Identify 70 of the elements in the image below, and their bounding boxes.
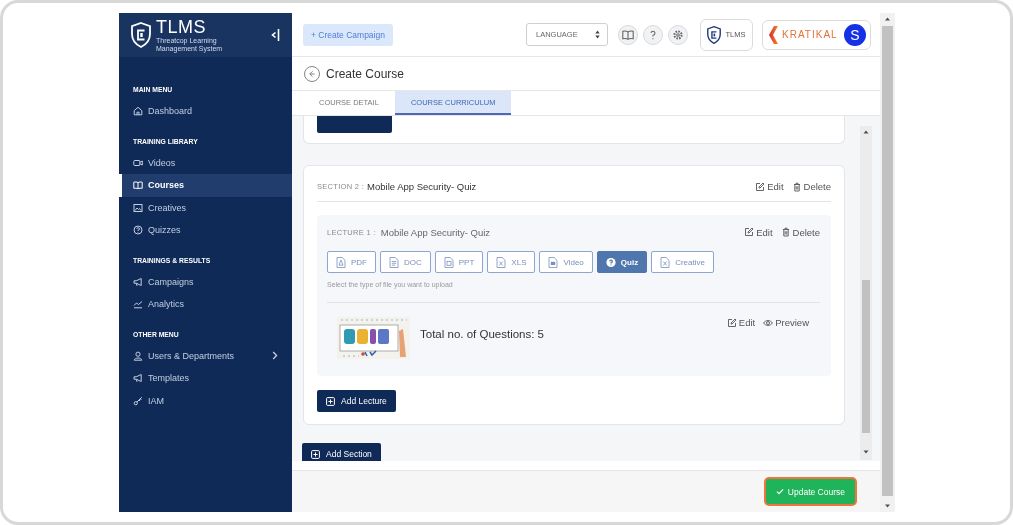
home-icon	[133, 106, 143, 117]
trash-icon	[780, 227, 791, 237]
trash-icon	[791, 181, 802, 192]
menu-item[interactable]: Creatives	[119, 196, 292, 219]
scrollbar-thumb[interactable]	[882, 26, 893, 496]
menu-item[interactable]: Quizzes	[119, 219, 292, 242]
file-type-button[interactable]: XLS	[487, 251, 536, 273]
delete-button[interactable]: Delete	[780, 226, 820, 238]
chevron-logo-icon	[769, 25, 778, 44]
video-file-icon	[548, 256, 559, 268]
delete-button[interactable]: Delete	[791, 181, 831, 192]
menu-item[interactable]: Templates	[119, 367, 292, 390]
help-icon[interactable]	[643, 24, 663, 45]
settings-icon[interactable]	[668, 24, 688, 45]
edit-icon	[744, 227, 755, 237]
menu-item[interactable]: Dashboard	[119, 100, 292, 123]
menu-item[interactable]: Courses	[119, 174, 292, 197]
user-icon	[133, 350, 143, 361]
book-icon	[133, 180, 143, 191]
file-type-button[interactable]: Quiz	[596, 251, 648, 273]
question-circle-icon	[605, 256, 616, 268]
edit-button[interactable]: Edit	[744, 226, 773, 238]
menu-item[interactable]: Analytics	[119, 293, 292, 316]
key-icon	[133, 395, 143, 406]
page-title: Create Course	[326, 66, 405, 81]
company-name: KRATIKAL	[782, 29, 838, 40]
plus-square-icon	[311, 449, 320, 459]
menu-item[interactable]: Campaigns	[119, 270, 292, 293]
menu-item[interactable]: Videos	[119, 151, 292, 174]
collapse-sidebar-icon[interactable]	[271, 28, 280, 42]
spreadsheet-file-icon	[660, 256, 671, 268]
eye-icon	[763, 317, 774, 328]
scrollbar-thumb[interactable]	[862, 280, 870, 433]
book-icon[interactable]	[618, 24, 638, 45]
question-count: Total no. of Questions: 5	[420, 327, 545, 342]
scrollbar[interactable]	[880, 13, 895, 512]
check-icon	[775, 488, 784, 495]
line-chart-icon	[133, 299, 143, 310]
video-camera-icon	[133, 157, 143, 168]
brand-name: TLMS	[156, 17, 206, 36]
file-type-button[interactable]: PPT	[434, 251, 484, 273]
menu-item[interactable]: Users & Departments	[119, 344, 292, 367]
plus-square-icon	[326, 396, 335, 406]
file-type-button[interactable]: DOC	[380, 251, 431, 273]
user-avatar[interactable]: S	[844, 23, 866, 46]
document-file-icon	[389, 256, 399, 268]
edit-button[interactable]: Edit	[726, 317, 756, 328]
megaphone-icon	[133, 373, 143, 384]
scrollbar[interactable]	[860, 126, 872, 460]
file-type-button[interactable]: Video	[539, 251, 593, 273]
pdf-file-icon	[336, 256, 346, 268]
file-type-button[interactable]: PDF	[327, 251, 376, 273]
add-lecture-button[interactable]: Add Lecture	[317, 390, 396, 412]
add-section-button[interactable]: Add Section	[302, 443, 381, 461]
edit-button[interactable]: Edit	[755, 181, 784, 192]
chevron-right-icon	[272, 351, 278, 361]
menu-item[interactable]: IAM	[119, 389, 292, 412]
spreadsheet-file-icon	[496, 256, 507, 268]
shield-icon	[707, 25, 722, 44]
sort-arrows-icon	[595, 30, 600, 39]
megaphone-icon	[133, 276, 143, 287]
edit-icon	[755, 181, 766, 192]
question-circle-icon	[133, 225, 143, 236]
slides-file-icon	[443, 256, 454, 268]
section-title: Mobile App Security- Quiz	[367, 181, 477, 192]
edit-icon	[726, 317, 737, 328]
image-icon	[133, 202, 143, 213]
shield-icon	[131, 22, 151, 48]
lecture-title: Mobile App Security- Quiz	[380, 226, 491, 238]
preview-button[interactable]: Preview	[763, 317, 809, 328]
